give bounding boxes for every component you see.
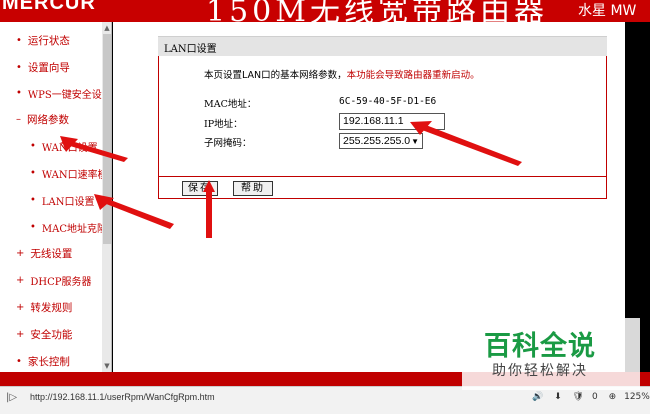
product-title: 150M无线宽带路由器	[206, 0, 548, 22]
watermark-title: 百科全说	[484, 331, 596, 362]
mac-label: MAC地址：	[204, 99, 257, 110]
scroll-up-icon[interactable]: ▲	[102, 22, 111, 34]
sidebar-item-label: WPS一键安全设	[27, 89, 102, 101]
router-header-banner: MERCUR 150M无线宽带路由器 水星 MW	[0, 0, 650, 22]
help-button[interactable]: 帮助	[233, 181, 273, 196]
sidebar-item-label: 家长控制	[27, 355, 70, 368]
subnet-mask-value: 255.255.255.0	[343, 135, 411, 147]
ip-label: IP地址：	[204, 119, 243, 130]
watermark: 百科全说 助你轻松解决	[462, 318, 640, 390]
sidebar-item-wireless[interactable]: + 无线设置	[16, 243, 72, 263]
sidebar-item-status[interactable]: • 运行状态	[16, 30, 70, 50]
form-divider	[159, 176, 606, 177]
sidebar-item-wps[interactable]: • WPS一键安全设	[16, 83, 102, 103]
sidebar-scrollbar[interactable]: ▲ ▼	[102, 22, 111, 372]
sidebar-item-network[interactable]: – 网络参数	[16, 109, 69, 129]
save-button[interactable]: 保存	[182, 181, 218, 196]
sidebar-item-parental[interactable]: • 家长控制	[16, 351, 70, 371]
subnet-mask-label: 子网掩码：	[204, 138, 252, 149]
sidebar-item-label: 设置向导	[27, 61, 70, 74]
download-icon[interactable]: ⬇	[554, 392, 562, 402]
status-tools: 🔊 ⬇ 🛡 0 ⊕ 125%	[532, 392, 650, 402]
brand-logo: MERCUR	[2, 0, 96, 14]
scroll-thumb[interactable]	[103, 34, 111, 244]
zoom-level[interactable]: 125%	[624, 392, 650, 402]
browser-status-bar: |▷ http://192.168.11.1/userRpm/WanCfgRpm…	[0, 386, 650, 414]
sidebar-item-label: 安全功能	[30, 328, 73, 341]
subnet-mask-select[interactable]: 255.255.255.0 ▼	[339, 133, 423, 149]
sidebar-item-security[interactable]: + 安全功能	[16, 324, 72, 344]
sidebar-item-wan-rate[interactable]: • WAN口速率模	[30, 163, 108, 183]
sidebar-item-wan-settings[interactable]: • WAN口设置	[30, 136, 98, 156]
sidebar-item-label: MAC地址克隆	[41, 223, 108, 235]
sidebar-item-lan-settings[interactable]: • LAN口设置	[30, 190, 95, 210]
sidebar-item-forwarding[interactable]: + 转发规则	[16, 297, 72, 317]
sidebar-item-label: LAN口设置	[41, 196, 95, 208]
speaker-icon[interactable]: 🔊	[532, 392, 543, 402]
scroll-down-icon[interactable]: ▼	[102, 360, 111, 372]
intro-text: 本页设置LAN口的基本网络参数，本功能会导致路由器重新启动。	[204, 67, 480, 81]
intro-description: 本页设置LAN口的基本网络参数，	[204, 70, 347, 81]
ip-address-input[interactable]: 192.168.11.1	[339, 113, 445, 130]
sidebar-item-label: WAN口设置	[41, 142, 98, 154]
sidebar-item-label: WAN口速率模	[41, 169, 108, 181]
page-title: LAN口设置	[164, 44, 217, 55]
sidebar-item-label: 网络参数	[27, 113, 69, 126]
panel-header: LAN口设置	[158, 36, 607, 56]
sidebar-item-dhcp[interactable]: + DHCP服务器	[16, 270, 92, 290]
sidebar-item-label: 运行状态	[27, 34, 70, 47]
lan-settings-form: 本页设置LAN口的基本网络参数，本功能会导致路由器重新启动。 MAC地址： 6C…	[158, 56, 607, 199]
watermark-subtitle: 助你轻松解决	[492, 363, 588, 379]
sidebar-item-label: 转发规则	[30, 301, 73, 314]
shield-count: 0	[591, 392, 598, 402]
sidebar-item-setup-wizard[interactable]: • 设置向导	[16, 57, 70, 77]
sidebar-item-label: DHCP服务器	[30, 276, 92, 288]
sidebar-item-mac-clone[interactable]: • MAC地址克隆	[30, 217, 107, 237]
sidebar-item-label: 无线设置	[30, 247, 73, 260]
product-series: 水星 MW	[578, 3, 637, 19]
page-icon: |▷	[6, 392, 18, 403]
intro-warning: 本功能会导致路由器重新启动。	[346, 70, 480, 81]
sidebar-menu: • 运行状态 • 设置向导 • WPS一键安全设 – 网络参数 • WAN口设置…	[0, 22, 112, 372]
shield-icon[interactable]: 🛡	[573, 392, 584, 402]
mac-value: 6C-59-40-5F-D1-E6	[339, 96, 437, 107]
zoom-icon[interactable]: ⊕	[609, 392, 617, 402]
status-url: http://192.168.11.1/userRpm/WanCfgRpm.ht…	[30, 392, 215, 402]
chevron-down-icon: ▼	[411, 136, 419, 146]
